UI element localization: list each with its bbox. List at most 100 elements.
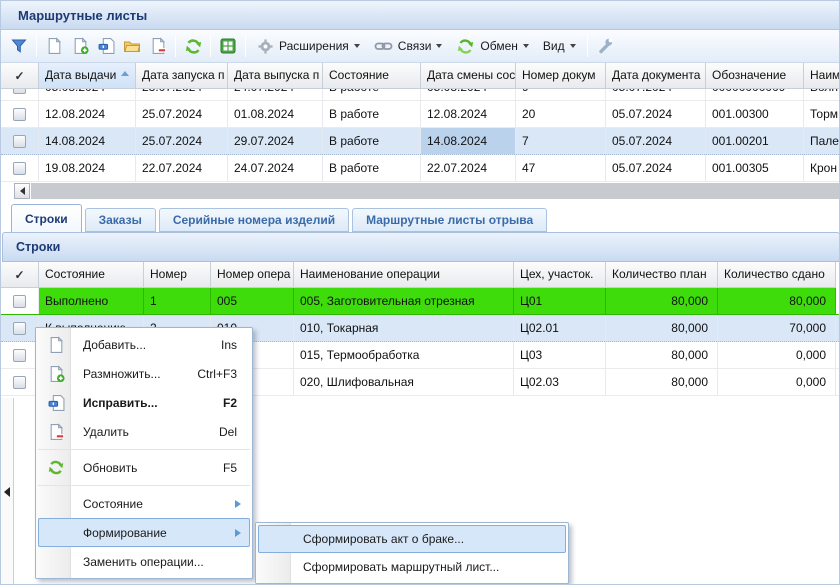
column-header[interactable]: Количество план (606, 262, 718, 288)
column-header[interactable]: Номер докум (516, 63, 606, 89)
table-cell[interactable]: Ц02.01 (514, 315, 606, 341)
table-cell[interactable]: 22.07.2024 (136, 155, 228, 181)
table-cell[interactable]: Ц03 (514, 342, 606, 368)
row-checkbox[interactable] (13, 108, 26, 121)
table-cell[interactable]: 05.07.2024 (606, 101, 706, 127)
column-header[interactable]: Наим (804, 63, 840, 89)
table-cell[interactable]: 80,000 (606, 369, 718, 395)
table-cell[interactable]: Ц02.03 (514, 369, 606, 395)
table-cell[interactable]: 010, Токарная (294, 315, 514, 341)
menu-item[interactable]: Сформировать маршрутный лист... (258, 553, 566, 581)
table-cell[interactable]: 015, Термообработка (294, 342, 514, 368)
settings-button[interactable] (592, 33, 618, 59)
menu-item[interactable]: Формирование (38, 518, 250, 547)
view-menu-button[interactable]: Вид (536, 36, 583, 56)
table-cell[interactable]: 0,000 (718, 342, 836, 368)
table-row[interactable]: 14.08.202425.07.202429.07.2024В работе14… (1, 128, 840, 155)
table-cell[interactable]: 47 (516, 155, 606, 181)
horizontal-scrollbar[interactable] (1, 182, 840, 200)
table-cell[interactable]: 23.07.2024 (136, 89, 228, 100)
table-cell[interactable]: 12.08.2024 (421, 101, 516, 127)
column-header[interactable]: Наименование операции (294, 262, 514, 288)
table-row[interactable]: Выполнено1005005, Заготовительная отрезн… (1, 288, 840, 315)
table-cell[interactable]: В работе (323, 128, 421, 154)
menu-item[interactable]: Размножить...Ctrl+F3 (38, 359, 250, 388)
table-cell[interactable]: 25.07.2024 (136, 128, 228, 154)
tab-serial-numbers[interactable]: Серийные номера изделий (159, 208, 349, 232)
table-cell[interactable]: 80,000 (718, 288, 836, 314)
table-cell[interactable]: Ц01 (514, 288, 606, 314)
table-cell[interactable]: 24.07.2024 (228, 89, 323, 100)
table-cell[interactable]: 01.08.2024 (228, 101, 323, 127)
column-header[interactable]: Номер (144, 262, 211, 288)
scrollbar-track[interactable] (31, 183, 840, 199)
row-checkbox[interactable] (13, 322, 26, 335)
table-cell[interactable]: 25.07.2024 (136, 101, 228, 127)
column-header[interactable]: Дата смены сос (421, 63, 516, 89)
table-cell[interactable]: 9 (516, 89, 606, 100)
menu-item[interactable]: УдалитьDel (38, 417, 250, 446)
table-cell[interactable]: 19.08.2024 (39, 155, 136, 181)
table-cell[interactable]: 005, Заготовительная отрезная (294, 288, 514, 314)
table-cell[interactable]: 05.08.2024 (39, 89, 136, 100)
menu-item[interactable]: Добавить...Ins (38, 330, 250, 359)
table-cell[interactable]: 29.07.2024 (228, 128, 323, 154)
table-cell[interactable]: 05.07.2024 (606, 128, 706, 154)
column-header[interactable]: Номер опера (211, 262, 294, 288)
table-cell[interactable]: 001.00300 (706, 101, 804, 127)
tab-orders[interactable]: Заказы (85, 208, 156, 232)
table-cell[interactable]: 1 (144, 288, 211, 314)
row-checkbox[interactable] (13, 135, 26, 148)
filter-button[interactable] (6, 33, 32, 59)
row-checkbox[interactable] (13, 349, 26, 362)
table-cell[interactable]: 22.07.2024 (421, 155, 516, 181)
table-row[interactable]: 05.08.202423.07.202424.07.2024В работе05… (1, 89, 840, 101)
table-row[interactable]: 12.08.202425.07.202401.08.2024В работе12… (1, 101, 840, 128)
export-excel-button[interactable] (215, 33, 241, 59)
table-cell[interactable]: 05.07.2024 (606, 89, 706, 100)
table-cell[interactable]: 7 (516, 128, 606, 154)
menu-item[interactable]: Сформировать акт о браке... (258, 525, 566, 553)
table-cell[interactable]: 005 (211, 288, 294, 314)
menu-item[interactable]: ОбновитьF5 (38, 453, 250, 482)
row-checkbox[interactable] (13, 376, 26, 389)
collapse-splitter[interactable] (1, 398, 14, 585)
table-cell[interactable]: 80,000 (606, 315, 718, 341)
column-header[interactable]: Состояние (323, 63, 421, 89)
clone-button[interactable] (67, 33, 93, 59)
table-cell[interactable]: 001.00305 (706, 155, 804, 181)
delete-button[interactable] (145, 33, 171, 59)
table-cell[interactable]: 14.08.2024 (421, 128, 516, 154)
open-button[interactable] (119, 33, 145, 59)
table-cell[interactable]: 80,000 (606, 288, 718, 314)
table-cell[interactable]: 0,000 (718, 369, 836, 395)
table-cell[interactable]: В работе (323, 89, 421, 100)
extensions-menu-button[interactable]: Расширения (250, 35, 367, 58)
tab-rows[interactable]: Строки (11, 204, 82, 232)
exchange-menu-button[interactable]: Обмен (449, 34, 536, 59)
row-checkbox[interactable] (13, 162, 26, 175)
table-cell[interactable]: Пале (804, 128, 840, 154)
table-cell[interactable]: В работе (323, 155, 421, 181)
select-all-column-header[interactable]: ✓ (1, 262, 39, 288)
row-checkbox[interactable] (13, 295, 26, 308)
column-header[interactable]: Дата выпуска п (228, 63, 323, 89)
refresh-button[interactable] (180, 33, 206, 59)
table-cell[interactable]: 14.08.2024 (39, 128, 136, 154)
table-cell[interactable]: 80,000 (606, 342, 718, 368)
clipped-table-row[interactable]: 05.08.202423.07.202424.07.2024В работе05… (1, 89, 840, 101)
links-menu-button[interactable]: Связи (367, 35, 450, 57)
column-header[interactable]: Обозначение (706, 63, 804, 89)
column-header[interactable]: Дата документа (606, 63, 706, 89)
table-cell[interactable]: 020, Шлифовальная (294, 369, 514, 395)
add-button[interactable] (41, 33, 67, 59)
table-cell[interactable]: 24.07.2024 (228, 155, 323, 181)
column-header[interactable]: Количество сдано (718, 262, 836, 288)
table-cell[interactable]: 001.00201 (706, 128, 804, 154)
table-row[interactable]: 19.08.202422.07.202424.07.2024В работе22… (1, 155, 840, 182)
edit-button[interactable] (93, 33, 119, 59)
table-cell[interactable]: 05.08.2024 (421, 89, 516, 100)
column-header[interactable]: Дата запуска п (136, 63, 228, 89)
scroll-left-button[interactable] (14, 183, 30, 199)
table-cell[interactable]: Торм (804, 101, 840, 127)
